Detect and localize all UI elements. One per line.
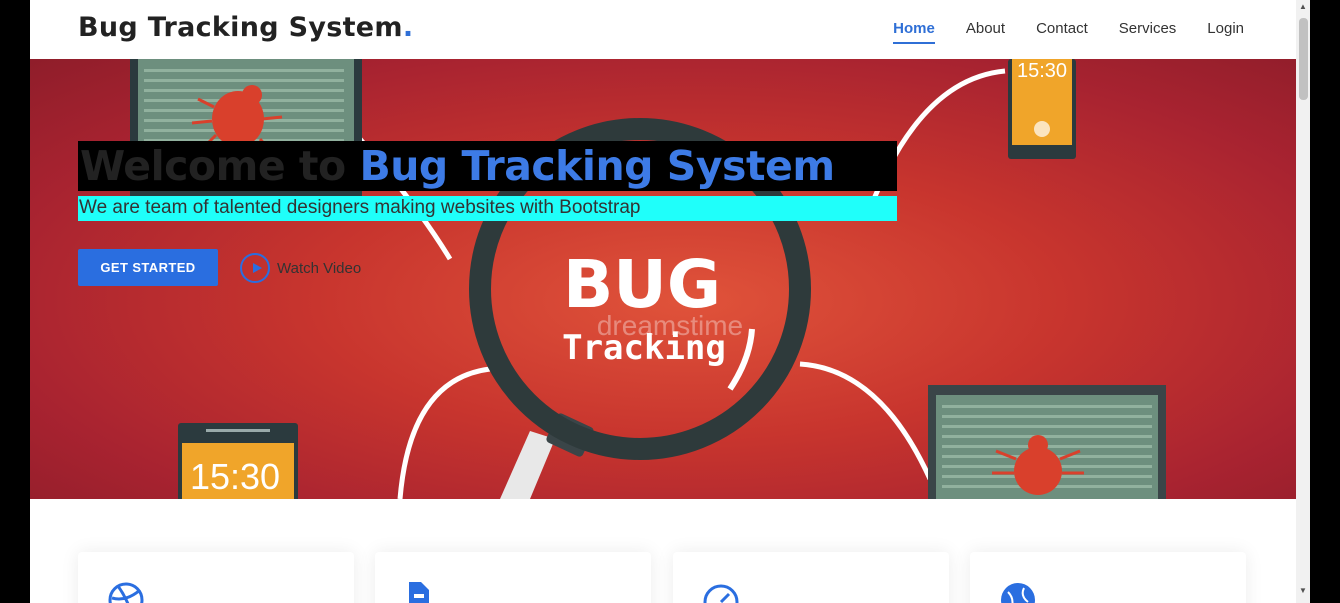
hero-subtitle: We are team of talented designers making… <box>79 197 641 218</box>
logo-dot: . <box>402 12 414 43</box>
hero-illustration: 15:30 BUG Tracking dreamstime 15:30 <box>130 59 1166 499</box>
phone-top-right: 15:30 <box>1008 59 1076 159</box>
phone-bottom-left: 15:30 <box>178 423 298 499</box>
nav-services[interactable]: Services <box>1119 0 1177 59</box>
laptop-bottom-right <box>928 385 1166 499</box>
watch-video-label: Watch Video <box>277 259 362 277</box>
play-icon[interactable] <box>240 253 270 283</box>
hero-title-prefix: Welcome to <box>80 142 360 190</box>
cable-line <box>397 366 491 499</box>
watermark-text: dreamstime <box>597 310 743 341</box>
feature-card <box>78 552 354 603</box>
speedometer-icon <box>703 580 741 603</box>
dribbble-icon <box>108 580 146 603</box>
left-black-border <box>0 0 30 603</box>
browser-viewport: Bug Tracking System. Home About Contact … <box>30 0 1296 603</box>
scrollbar-thumb[interactable] <box>1299 18 1308 100</box>
scroll-down-icon[interactable]: ▼ <box>1298 586 1308 596</box>
watch-video-link[interactable]: Watch Video <box>240 252 361 284</box>
hero-title-accent: Bug Tracking System <box>359 142 835 190</box>
feature-card <box>375 552 651 603</box>
scroll-up-icon[interactable]: ▲ <box>1298 2 1308 12</box>
nav-contact[interactable]: Contact <box>1036 0 1088 59</box>
phone-time-top: 15:30 <box>1017 60 1067 82</box>
feature-card <box>673 552 949 603</box>
get-started-button[interactable]: GET STARTED <box>78 249 218 286</box>
site-header: Bug Tracking System. Home About Contact … <box>30 0 1296 59</box>
nav-home[interactable]: Home <box>893 0 935 59</box>
site-logo[interactable]: Bug Tracking System. <box>78 12 413 43</box>
nav-about[interactable]: About <box>966 0 1005 59</box>
main-nav: Home About Contact Services Login <box>862 0 1244 59</box>
feature-card <box>970 552 1246 603</box>
hero-title: Welcome to Bug Tracking System <box>80 142 835 190</box>
logo-text: Bug Tracking System <box>78 12 403 43</box>
cable-line <box>799 361 933 481</box>
file-icon <box>405 580 443 603</box>
globe-icon <box>1000 580 1038 603</box>
nav-login[interactable]: Login <box>1207 0 1244 59</box>
phone-time-bottom: 15:30 <box>190 456 280 497</box>
hero-section: 15:30 BUG Tracking dreamstime 15:30 <box>30 59 1296 499</box>
features-section <box>30 499 1296 603</box>
